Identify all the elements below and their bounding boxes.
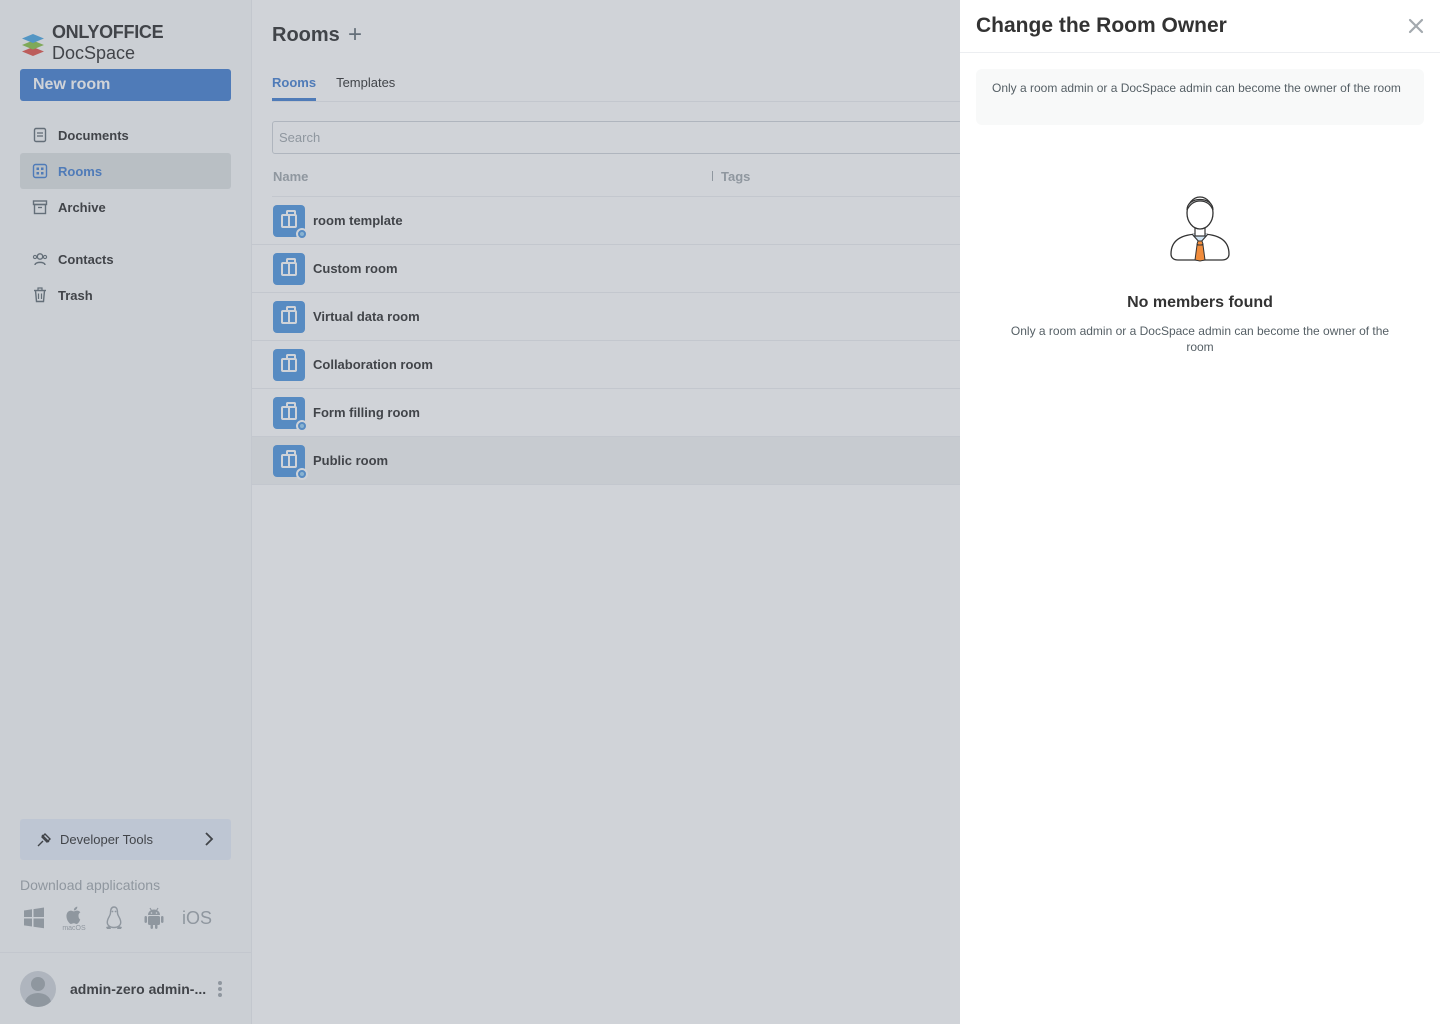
close-icon[interactable] <box>1408 18 1424 34</box>
change-owner-panel: Change the Room Owner Only a room admin … <box>960 0 1440 1024</box>
info-notice: Only a room admin or a DocSpace admin ca… <box>976 69 1424 125</box>
panel-divider <box>960 52 1440 53</box>
modal-backdrop[interactable] <box>0 0 960 1024</box>
panel-title: Change the Room Owner <box>976 14 1227 37</box>
empty-state-title: No members found <box>1127 294 1273 311</box>
empty-state-description: Only a room admin or a DocSpace admin ca… <box>1010 324 1390 354</box>
empty-user-icon <box>1170 196 1230 262</box>
